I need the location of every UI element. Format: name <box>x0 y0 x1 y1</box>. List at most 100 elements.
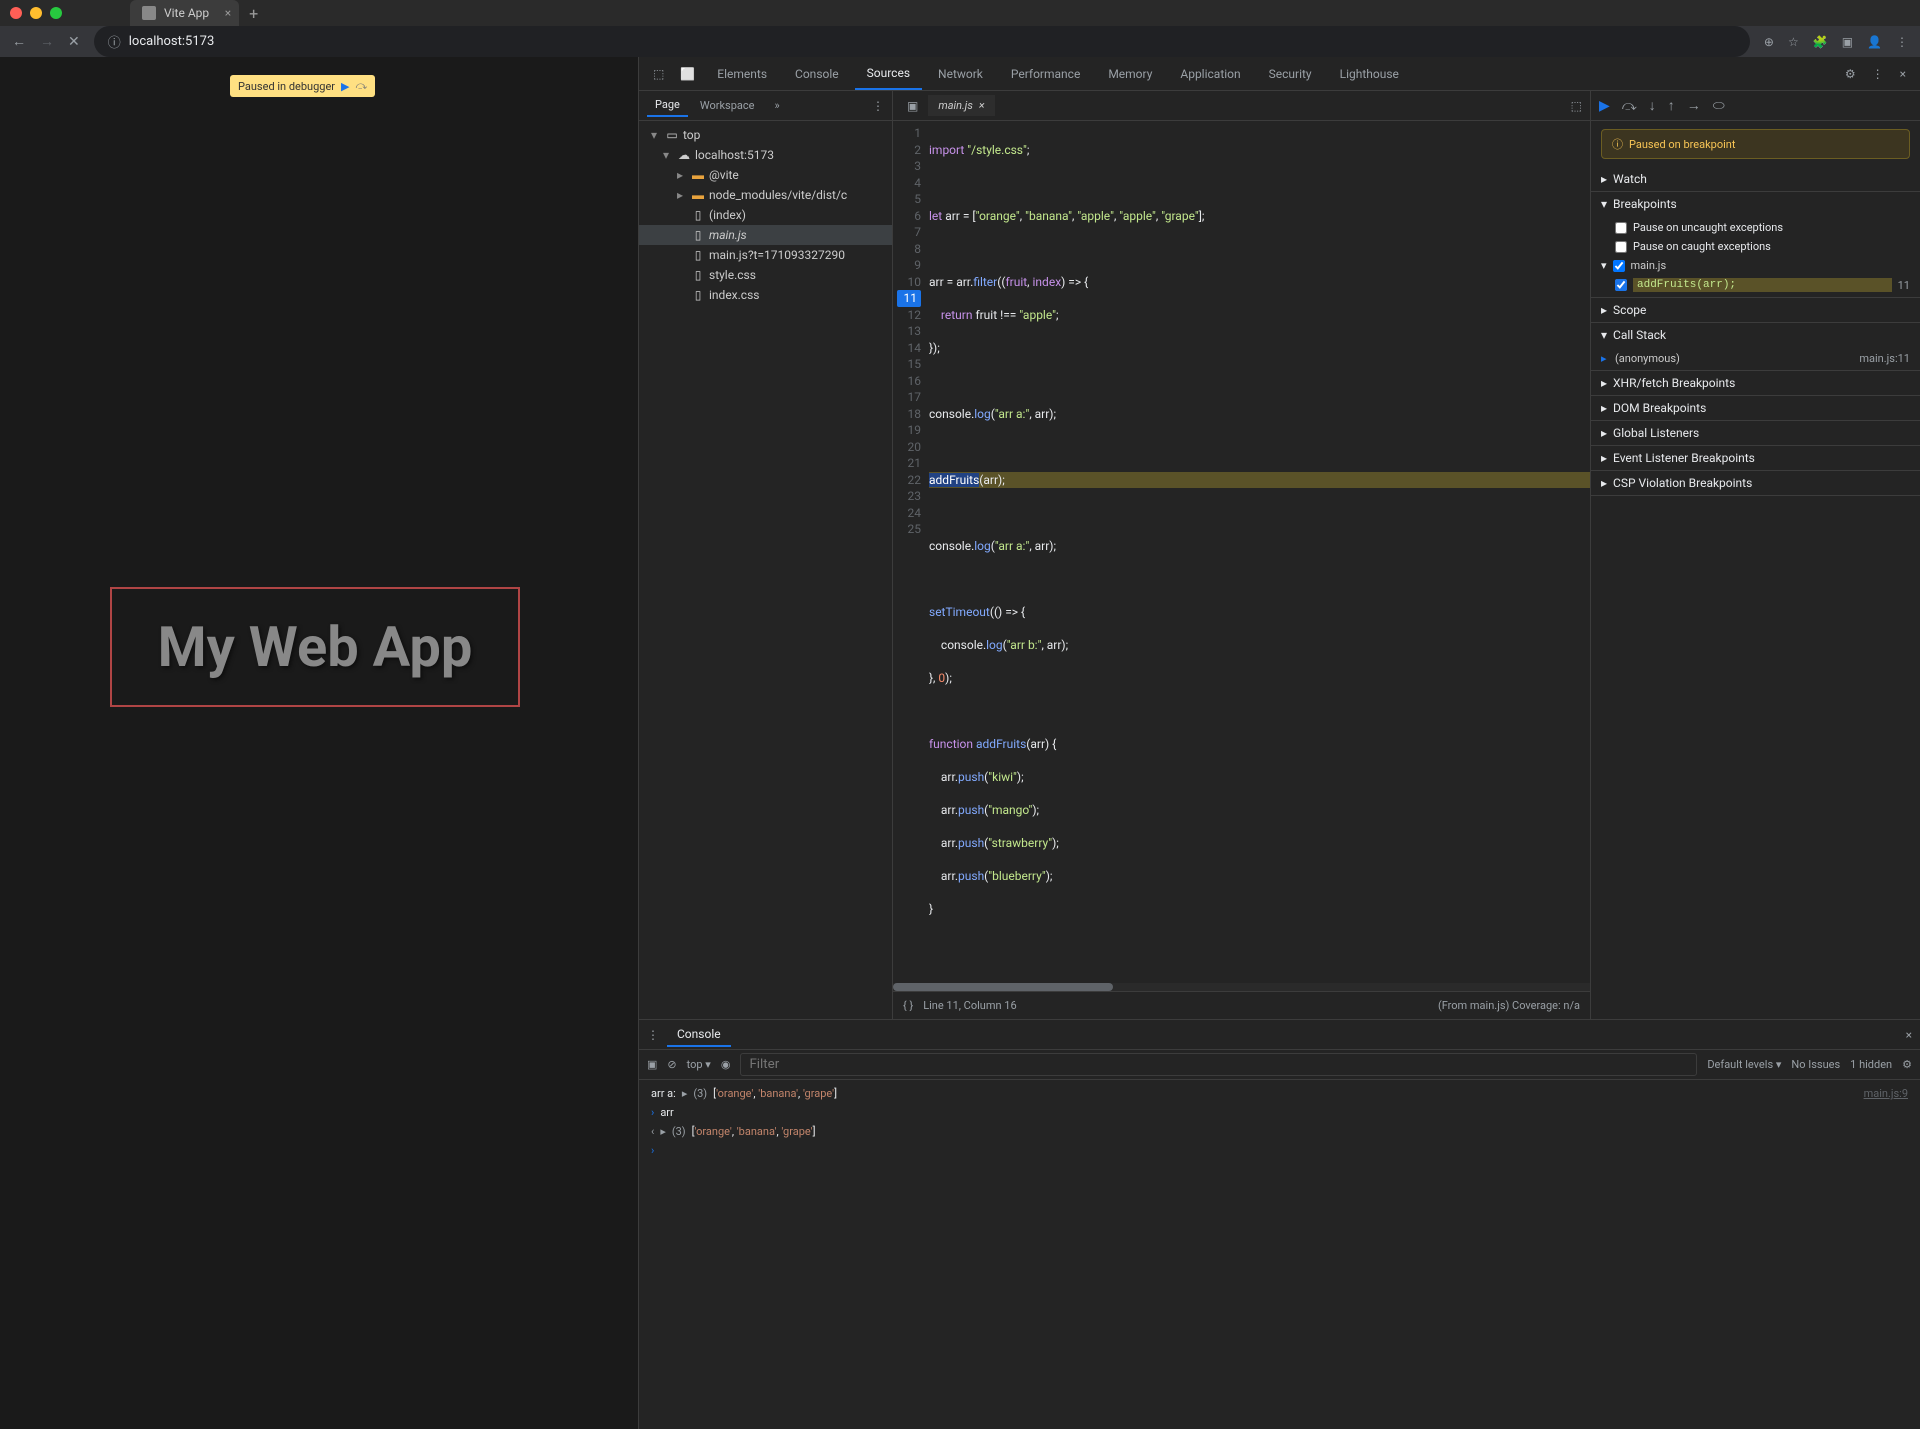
horizontal-scrollbar[interactable] <box>893 983 1590 991</box>
code-editor-area: ▣ main.js × ⬚ <box>893 91 1590 1019</box>
deactivate-bp-button[interactable]: ⬭ <box>1713 98 1725 114</box>
console-result-row[interactable]: ‹ ▸ (3) ['orange', 'banana', 'grape'] <box>639 1122 1920 1141</box>
new-tab-button[interactable]: + <box>239 4 268 23</box>
tab-memory[interactable]: Memory <box>1096 59 1164 89</box>
hidden-count[interactable]: 1 hidden <box>1850 1058 1892 1071</box>
dom-bp-section[interactable]: ▸DOM Breakpoints <box>1591 396 1920 420</box>
pause-uncaught-checkbox[interactable] <box>1615 222 1627 234</box>
close-devtools-icon[interactable]: × <box>1894 67 1912 81</box>
live-expr-icon[interactable]: ◉ <box>721 1058 731 1071</box>
console-output[interactable]: arr a: ▸ (3) ['orange', 'banana', 'grape… <box>639 1080 1920 1429</box>
code-content[interactable]: import "/style.css"; let arr = ["orange"… <box>929 121 1590 983</box>
resume-button[interactable]: ▶ <box>1599 98 1610 114</box>
more-nav-icon[interactable]: » <box>766 95 787 116</box>
tab-application[interactable]: Application <box>1168 59 1252 89</box>
csp-bp-section[interactable]: ▸CSP Violation Breakpoints <box>1591 471 1920 495</box>
tree-host[interactable]: ▾☁localhost:5173 <box>639 145 892 165</box>
step-overlay-icon[interactable]: ⤼ <box>356 79 368 93</box>
tree-file-index[interactable]: ▯(index) <box>639 205 892 225</box>
forward-button[interactable]: → <box>40 33 54 50</box>
more-icon[interactable]: ⋮ <box>1866 67 1890 81</box>
reload-button[interactable]: ✕ <box>68 34 80 50</box>
device-icon[interactable]: ⬜ <box>674 67 701 81</box>
page-heading: My Web App <box>110 587 520 707</box>
code-editor[interactable]: 1234567891011121314151617181920212223242… <box>893 121 1590 983</box>
xhr-bp-section[interactable]: ▸XHR/fetch Breakpoints <box>1591 371 1920 395</box>
step-into-button[interactable]: ↓ <box>1649 97 1656 114</box>
coverage-icon[interactable]: ⬚ <box>1571 99 1582 113</box>
tab-console[interactable]: Console <box>783 59 851 89</box>
tree-top[interactable]: ▾▭top <box>639 125 892 145</box>
levels-selector[interactable]: Default levels ▾ <box>1707 1058 1781 1071</box>
callstack-frame[interactable]: (anonymous) main.js:11 <box>1591 349 1920 368</box>
menu-icon[interactable]: ⋮ <box>1896 35 1908 49</box>
issues-button[interactable]: No Issues <box>1791 1058 1840 1071</box>
settings-icon[interactable]: ⚙ <box>1839 67 1862 81</box>
pause-caught-checkbox[interactable] <box>1615 241 1627 253</box>
callstack-section[interactable]: ▾Call Stack <box>1591 323 1920 347</box>
nav-menu-icon[interactable]: ⋮ <box>872 99 884 113</box>
tab-sources[interactable]: Sources <box>855 58 922 90</box>
minimize-window-button[interactable] <box>30 7 42 19</box>
console-input-row[interactable]: › arr <box>639 1103 1920 1122</box>
close-drawer-icon[interactable]: × <box>1906 1028 1912 1042</box>
tab-security[interactable]: Security <box>1257 59 1324 89</box>
toggle-nav-icon[interactable]: ▣ <box>901 99 924 113</box>
sidebar-toggle-icon[interactable]: ▣ <box>647 1058 657 1071</box>
inspect-icon[interactable]: ⬚ <box>647 67 670 81</box>
console-settings-icon[interactable]: ⚙ <box>1902 1058 1912 1071</box>
maximize-window-button[interactable] <box>50 7 62 19</box>
tab-network[interactable]: Network <box>926 59 995 89</box>
zoom-icon[interactable]: ⊕ <box>1764 35 1774 49</box>
coverage-status: (From main.js) Coverage: n/a <box>1438 999 1580 1012</box>
tree-file-mainjs-ts[interactable]: ▯main.js?t=171093327290 <box>639 245 892 265</box>
close-file-icon[interactable]: × <box>979 99 985 112</box>
step-out-button[interactable]: ↑ <box>1668 97 1675 114</box>
step-over-button[interactable]: ⤼ <box>1622 98 1637 114</box>
browser-tab[interactable]: Vite App × <box>130 0 239 26</box>
address-bar: ← → ✕ ⓘ localhost:5173 ⊕ ☆ 🧩 ▣ 👤 ⋮ <box>0 26 1920 57</box>
tab-title: Vite App <box>164 6 209 20</box>
tab-lighthouse[interactable]: Lighthouse <box>1328 59 1411 89</box>
tab-performance[interactable]: Performance <box>999 59 1092 89</box>
step-button[interactable]: → <box>1687 97 1701 114</box>
console-prompt[interactable]: › <box>639 1141 1920 1160</box>
gutter[interactable]: 1234567891011121314151617181920212223242… <box>893 121 929 983</box>
breakpoints-section[interactable]: ▾Breakpoints <box>1591 192 1920 216</box>
site-info-icon[interactable]: ⓘ <box>108 32 121 51</box>
global-listeners-section[interactable]: ▸Global Listeners <box>1591 421 1920 445</box>
resume-overlay-icon[interactable]: ▶ <box>341 80 349 93</box>
sidepanel-icon[interactable]: ▣ <box>1842 35 1853 49</box>
page-nav-tab[interactable]: Page <box>647 94 688 117</box>
watch-section[interactable]: ▸Watch <box>1591 167 1920 191</box>
extensions-icon[interactable]: 🧩 <box>1813 35 1828 49</box>
window-controls <box>10 7 62 19</box>
back-button[interactable]: ← <box>12 33 26 50</box>
tree-file-stylecss[interactable]: ▯style.css <box>639 265 892 285</box>
event-bp-section[interactable]: ▸Event Listener Breakpoints <box>1591 446 1920 470</box>
context-selector[interactable]: top ▾ <box>687 1058 711 1071</box>
editor-tab[interactable]: main.js × <box>928 95 994 116</box>
tree-nodemodules[interactable]: ▸▬node_modules/vite/dist/c <box>639 185 892 205</box>
scope-section[interactable]: ▸Scope <box>1591 298 1920 322</box>
console-log-row[interactable]: arr a: ▸ (3) ['orange', 'banana', 'grape… <box>639 1084 1920 1103</box>
console-menu-icon[interactable]: ⋮ <box>647 1028 667 1042</box>
close-window-button[interactable] <box>10 7 22 19</box>
tree-vite[interactable]: ▸▬@vite <box>639 165 892 185</box>
tab-elements[interactable]: Elements <box>705 59 779 89</box>
log-source-link[interactable]: main.js:9 <box>1864 1087 1908 1100</box>
url-input[interactable]: ⓘ localhost:5173 <box>94 26 1750 57</box>
clear-console-icon[interactable]: ⊘ <box>667 1058 676 1071</box>
profile-icon[interactable]: 👤 <box>1867 35 1882 49</box>
info-icon: ⓘ <box>1612 136 1623 152</box>
bp-file-checkbox[interactable] <box>1613 260 1625 272</box>
tree-file-mainjs[interactable]: ▯main.js <box>639 225 892 245</box>
close-tab-icon[interactable]: × <box>225 6 231 20</box>
bookmark-icon[interactable]: ☆ <box>1788 35 1799 49</box>
tree-file-indexcss[interactable]: ▯index.css <box>639 285 892 305</box>
console-drawer-tab[interactable]: Console <box>667 1023 731 1047</box>
workspace-nav-tab[interactable]: Workspace <box>692 95 763 116</box>
console-filter-input[interactable] <box>740 1053 1697 1076</box>
bp-item-checkbox[interactable] <box>1615 279 1627 291</box>
format-icon[interactable]: { } <box>903 999 913 1012</box>
